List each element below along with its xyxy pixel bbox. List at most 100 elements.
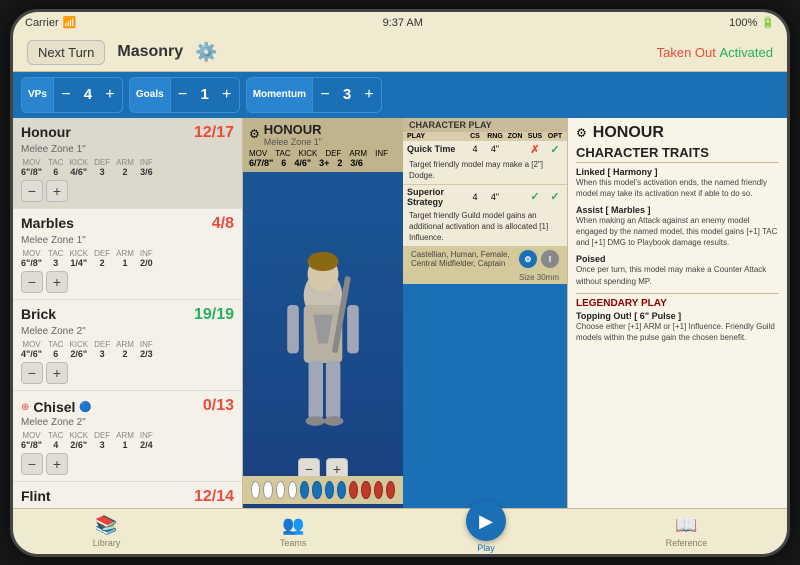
time-display: 9:37 AM	[383, 17, 423, 29]
token-red-2	[361, 481, 370, 499]
vps-decrement-button[interactable]: −	[54, 78, 78, 112]
card-plays-panel: Character Play PLAY CS RNG ZON SUS OPT Q…	[403, 118, 567, 508]
character-art: ⚙ Honour Melee Zone 1" MOV TAC KICK DEF …	[243, 118, 403, 508]
chisel-hp: 0/13	[203, 397, 234, 415]
card-art-header: ⚙ Honour Melee Zone 1" MOV TAC KICK DEF …	[243, 118, 403, 172]
marbles-decrement-button[interactable]: −	[21, 271, 43, 293]
token-red-1	[349, 481, 358, 499]
brick-name: Brick	[21, 306, 56, 322]
honour-decrement-button[interactable]: −	[21, 180, 43, 202]
card-panel: ⚙ Honour Melee Zone 1" MOV TAC KICK DEF …	[243, 118, 787, 508]
chisel-increment-button[interactable]: +	[46, 453, 68, 475]
vps-counter: VPs − 4 +	[21, 77, 123, 113]
trait-linked: Linked [ Harmony ] When this model's act…	[576, 167, 779, 199]
brick-decrement-button[interactable]: −	[21, 362, 43, 384]
flint-name: Flint	[21, 488, 51, 504]
trait-poised-name: Poised	[576, 254, 779, 264]
tab-bar: 📚 Library 👥 Teams ▶ Play 📖 Reference	[13, 508, 787, 554]
tab-library[interactable]: 📚 Library	[81, 511, 133, 552]
qt-opt: ✓	[547, 143, 563, 156]
token-empty-4	[288, 481, 297, 499]
tab-reference[interactable]: 📖 Reference	[654, 511, 720, 552]
vps-value: 4	[78, 86, 98, 103]
teams-icon: 👥	[282, 515, 304, 536]
device-frame: Carrier 📶 9:37 AM 100% 🔋 Next Turn Mason…	[10, 9, 790, 557]
momentum-increment-button[interactable]: +	[357, 78, 381, 112]
col-play: PLAY	[407, 133, 463, 140]
model-list: Honour 12/17 Melee Zone 1" MOV6"/8" TAC6…	[13, 118, 243, 508]
honour-traits-name: Honour	[593, 124, 664, 142]
status-bar: Carrier 📶 9:37 AM 100% 🔋	[13, 12, 787, 34]
momentum-decrement-button[interactable]: −	[313, 78, 337, 112]
model-chisel[interactable]: ⊕ Chisel 🔵 0/13 Melee Zone 2" MOV6"/8" T…	[13, 391, 242, 483]
honour-controls: − +	[21, 180, 234, 202]
momentum-label: Momentum	[247, 78, 313, 112]
counter-row: VPs − 4 + Goals − 1 + Momentum − 3 +	[13, 72, 787, 118]
model-honour[interactable]: Honour 12/17 Melee Zone 1" MOV6"/8" TAC6…	[13, 118, 242, 209]
honour-increment-button[interactable]: +	[46, 180, 68, 202]
brick-hp: 19/19	[194, 306, 234, 324]
marbles-increment-button[interactable]: +	[46, 271, 68, 293]
goals-decrement-button[interactable]: −	[171, 78, 195, 112]
token-red-4	[386, 481, 395, 499]
character-play-title: Character Play	[403, 118, 567, 132]
main-content: Honour 12/17 Melee Zone 1" MOV6"/8" TAC6…	[13, 118, 787, 508]
legendary-play-name: Topping Out! [ 6" Pulse ]	[576, 311, 779, 321]
vps-increment-button[interactable]: +	[98, 78, 122, 112]
col-sus: SUS	[527, 133, 543, 140]
quick-time-name: Quick Time	[407, 144, 463, 154]
model-marbles[interactable]: Marbles 4/8 Melee Zone 1" MOV6"/8" TAC3 …	[13, 209, 242, 300]
tab-teams[interactable]: 👥 Teams	[268, 511, 319, 552]
brick-increment-button[interactable]: +	[46, 362, 68, 384]
chisel-controls: − +	[21, 453, 234, 475]
trait-assist-name: Assist [ Marbles ]	[576, 205, 779, 215]
taken-out-label: Taken Out	[657, 45, 716, 60]
trait-assist: Assist [ Marbles ] When making an Attack…	[576, 205, 779, 249]
battery-label: 100%	[729, 17, 757, 29]
tab-play[interactable]: ▶ Play	[454, 505, 518, 557]
top-bar: Next Turn Masonry ⚙️ Taken Out Activated	[13, 34, 787, 72]
card-tac-val: 6	[281, 158, 286, 168]
chisel-badge-icon: 🔵	[79, 402, 91, 413]
token-blue-4	[337, 481, 346, 499]
honour-stats: MOV6"/8" TAC6 KICK4/6" DEF3 ARM2 INF3/6	[21, 158, 234, 177]
trait-linked-name: Linked [ Harmony ]	[576, 167, 779, 177]
footer-text: Castellian, Human, Female, Central Midfi…	[411, 250, 519, 268]
traits-icon: ⚙	[576, 126, 587, 140]
size-label: Size 30mm	[403, 271, 567, 284]
library-label: Library	[93, 538, 121, 548]
col-opt: OPT	[547, 133, 563, 140]
card-arm-label: ARM	[349, 149, 367, 158]
qt-cs: 4	[467, 144, 483, 154]
reference-icon: 📖	[675, 515, 697, 536]
qt-rng: 4"	[487, 144, 503, 154]
legendary-play-text: Choose either [+1] ARM or [+1] Influence…	[576, 321, 779, 343]
honour-card-icon: ⚙	[249, 127, 260, 141]
card-def-label: DEF	[325, 149, 341, 158]
traits-divider	[576, 293, 779, 294]
token-empty-1	[251, 481, 260, 499]
marbles-zone: Melee Zone 1"	[21, 235, 234, 246]
col-rng: RNG	[487, 133, 503, 140]
quick-time-desc: Target friendly model may make a [2"] Do…	[403, 158, 567, 184]
sup-strat-name: Superior Strategy	[407, 187, 463, 207]
trait-poised-text: Once per turn, this model may make a Cou…	[576, 264, 779, 286]
honour-card-name: Honour	[264, 122, 322, 137]
marbles-name: Marbles	[21, 215, 74, 231]
model-flint[interactable]: Flint 12/14 Melee Zone 1" MOV5"/8" TAC4 …	[13, 482, 242, 508]
marbles-controls: − +	[21, 271, 234, 293]
chisel-decrement-button[interactable]: −	[21, 453, 43, 475]
token-empty-2	[263, 481, 272, 499]
goals-increment-button[interactable]: +	[215, 78, 239, 112]
next-turn-button[interactable]: Next Turn	[27, 40, 105, 65]
honour-card-zone: Melee Zone 1"	[264, 137, 322, 147]
card-mov-label: MOV	[249, 149, 267, 158]
card-kick-val: 4/6"	[294, 158, 311, 168]
character-traits-title: Character Traits	[576, 145, 779, 163]
reference-label: Reference	[666, 538, 708, 548]
masonry-title: Masonry	[117, 43, 183, 61]
goals-counter: Goals − 1 +	[129, 77, 240, 113]
chisel-name: Chisel	[33, 399, 75, 415]
traits-panel: ⚙ Honour Character Traits Linked [ Harmo…	[567, 118, 787, 508]
model-brick[interactable]: Brick 19/19 Melee Zone 2" MOV4"/6" TAC6 …	[13, 300, 242, 391]
